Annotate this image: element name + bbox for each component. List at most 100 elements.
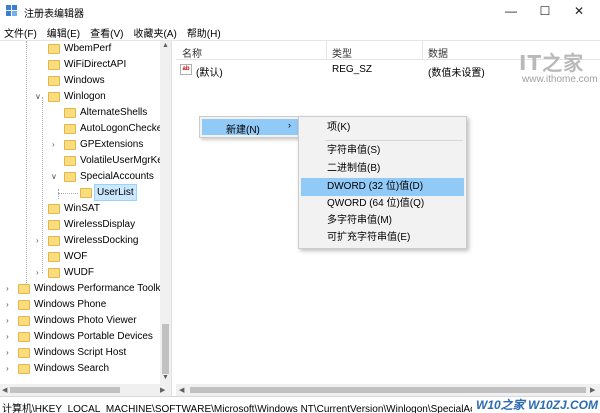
- tree-item-windows-performance-toolkit[interactable]: › Windows Performance Toolkit: [0, 281, 166, 297]
- scrollbar-thumb[interactable]: [10, 387, 120, 393]
- scrollbar-thumb[interactable]: [162, 324, 169, 374]
- tree-item-winsat[interactable]: WinSAT: [0, 201, 160, 217]
- list-horizontal-scrollbar[interactable]: ◀ ▶: [176, 384, 600, 396]
- tree-item-label: GPExtensions: [80, 139, 144, 150]
- context-menu: 新建(N) ›: [199, 116, 303, 138]
- tree-item-label: WbemPerf: [64, 43, 112, 54]
- tree-item-specialaccounts[interactable]: ∨ SpecialAccounts: [0, 169, 160, 185]
- expanded-chevron-icon[interactable]: ∨: [35, 89, 43, 104]
- tree-item-windows-search[interactable]: › Windows Search: [0, 361, 160, 377]
- submenu-item-expandable-string-value[interactable]: 可扩充字符串值(E): [301, 229, 464, 247]
- tree-item-autologonchecked[interactable]: AutoLogonChecked: [0, 121, 168, 137]
- menu-edit[interactable]: 编辑(E): [43, 22, 86, 40]
- tree-item-userlist[interactable]: UserList: [0, 184, 160, 201]
- submenu-divider: [325, 140, 463, 141]
- scroll-left-icon[interactable]: ◀: [179, 386, 184, 394]
- collapsed-chevron-icon[interactable]: ›: [36, 233, 44, 248]
- tree-item-volatileusermgrkey[interactable]: VolatileUserMgrKey: [0, 153, 168, 169]
- submenu-item-binary-value[interactable]: 二进制值(B): [301, 160, 464, 178]
- scroll-right-icon[interactable]: ▶: [160, 386, 165, 394]
- minimize-button[interactable]: —: [494, 0, 528, 22]
- scroll-right-icon[interactable]: ▶: [590, 386, 595, 394]
- tree-item-wirelessdocking[interactable]: › WirelessDocking: [0, 233, 160, 249]
- folder-icon: [18, 332, 30, 342]
- tree-item-label: AutoLogonChecked: [80, 123, 168, 134]
- submenu-item-dword-value[interactable]: DWORD (32 位)值(D): [301, 178, 464, 196]
- menu-bar: 文件(F) 编辑(E) 查看(V) 收藏夹(A) 帮助(H): [0, 22, 600, 40]
- menu-file[interactable]: 文件(F): [0, 22, 43, 40]
- title-bar: 注册表编辑器 — ☐ ✕: [0, 0, 600, 22]
- submenu-item-multi-string-value[interactable]: 多字符串值(M): [301, 212, 464, 230]
- folder-icon: [18, 316, 30, 326]
- folder-icon: [48, 76, 60, 86]
- column-header-data[interactable]: 数据: [428, 45, 448, 60]
- tree-vertical-scrollbar[interactable]: ▲ ▼: [160, 41, 171, 384]
- column-header-name[interactable]: 名称: [182, 45, 202, 60]
- collapsed-chevron-icon[interactable]: ›: [6, 281, 14, 296]
- tree-item-label: Windows Phone: [34, 299, 107, 310]
- tree-item-label: Windows Photo Viewer: [34, 315, 137, 326]
- new-submenu: 项(K) 字符串值(S) 二进制值(B) DWORD (32 位)值(D) QW…: [298, 116, 467, 249]
- folder-icon: [48, 220, 60, 230]
- scroll-down-icon[interactable]: ▼: [162, 374, 169, 381]
- tree-item-label: Windows Search: [34, 363, 110, 374]
- folder-icon: [48, 60, 60, 70]
- scroll-up-icon[interactable]: ▲: [162, 42, 169, 49]
- column-divider[interactable]: [326, 41, 327, 60]
- collapsed-chevron-icon[interactable]: ›: [36, 265, 44, 280]
- value-data: (数值未设置): [428, 68, 485, 79]
- collapsed-chevron-icon[interactable]: ›: [6, 297, 14, 312]
- tree-item-label: Winlogon: [64, 91, 106, 102]
- folder-icon: [48, 204, 60, 214]
- tree-horizontal-scrollbar[interactable]: ◀ ▶: [0, 384, 171, 396]
- tree-item-label: Windows Script Host: [34, 347, 127, 358]
- expanded-chevron-icon[interactable]: ∨: [51, 169, 59, 184]
- value-type: REG_SZ: [332, 64, 373, 75]
- column-divider[interactable]: [422, 41, 423, 60]
- tree-item-gpextensions[interactable]: › GPExtensions: [0, 137, 160, 153]
- folder-open-icon: [64, 172, 76, 182]
- menu-view[interactable]: 查看(V): [86, 22, 129, 40]
- tree-item-windows[interactable]: Windows: [0, 73, 160, 89]
- tree-item-wirelessdisplay[interactable]: WirelessDisplay: [0, 217, 160, 233]
- tree-item-wifidirectapi[interactable]: WiFiDirectAPI: [0, 57, 160, 73]
- menu-help[interactable]: 帮助(H): [183, 22, 227, 40]
- submenu-item-qword-value[interactable]: QWORD (64 位)值(Q): [301, 195, 464, 213]
- folder-icon: [48, 44, 60, 54]
- key-path: 计算机\HKEY_LOCAL_MACHINE\SOFTWARE\Microsof…: [2, 404, 545, 413]
- scroll-left-icon[interactable]: ◀: [2, 386, 7, 394]
- status-bar: 计算机\HKEY_LOCAL_MACHINE\SOFTWARE\Microsof…: [0, 396, 600, 413]
- context-menu-new-label: 新建(N): [226, 125, 260, 136]
- tree-item-label: UserList: [94, 184, 137, 201]
- submenu-item-string-value[interactable]: 字符串值(S): [301, 142, 464, 160]
- collapsed-chevron-icon[interactable]: ›: [6, 313, 14, 328]
- tree-item-windows-script-host[interactable]: › Windows Script Host: [0, 345, 160, 361]
- tree-guide-line: [58, 193, 78, 194]
- tree-item-windows-photo-viewer[interactable]: › Windows Photo Viewer: [0, 313, 160, 329]
- column-header-type[interactable]: 类型: [332, 45, 352, 60]
- menu-favorites[interactable]: 收藏夹(A): [129, 22, 182, 40]
- maximize-button[interactable]: ☐: [528, 0, 562, 22]
- scrollbar-thumb[interactable]: [190, 387, 586, 393]
- close-button[interactable]: ✕: [562, 0, 596, 22]
- collapsed-chevron-icon[interactable]: ›: [6, 329, 14, 344]
- folder-icon: [64, 108, 76, 118]
- tree-item-winlogon[interactable]: ∨ Winlogon: [0, 89, 160, 105]
- registry-tree: WbemPerf WiFiDirectAPI Windows ∨ Winlogo…: [0, 41, 171, 396]
- tree-item-windows-phone[interactable]: › Windows Phone: [0, 297, 160, 313]
- tree-item-windows-portable-devices[interactable]: › Windows Portable Devices: [0, 329, 160, 345]
- tree-item-label: VolatileUserMgrKey: [80, 155, 168, 166]
- tree-item-label: WiFiDirectAPI: [64, 59, 127, 70]
- tree-item-label: WirelessDisplay: [64, 219, 136, 230]
- tree-item-wof[interactable]: WOF: [0, 249, 160, 265]
- tree-item-wbemperf[interactable]: WbemPerf: [0, 41, 160, 57]
- ithome-watermark-url: www.ithome.com: [522, 74, 598, 85]
- folder-icon: [64, 140, 76, 150]
- tree-item-alternateshells[interactable]: AlternateShells: [0, 105, 160, 121]
- collapsed-chevron-icon[interactable]: ›: [6, 345, 14, 360]
- collapsed-chevron-icon[interactable]: ›: [52, 137, 60, 152]
- tree-item-label: Windows Performance Toolkit: [34, 283, 166, 294]
- submenu-item-key[interactable]: 项(K): [301, 119, 464, 137]
- tree-item-wudf[interactable]: › WUDF: [0, 265, 160, 281]
- collapsed-chevron-icon[interactable]: ›: [6, 361, 14, 376]
